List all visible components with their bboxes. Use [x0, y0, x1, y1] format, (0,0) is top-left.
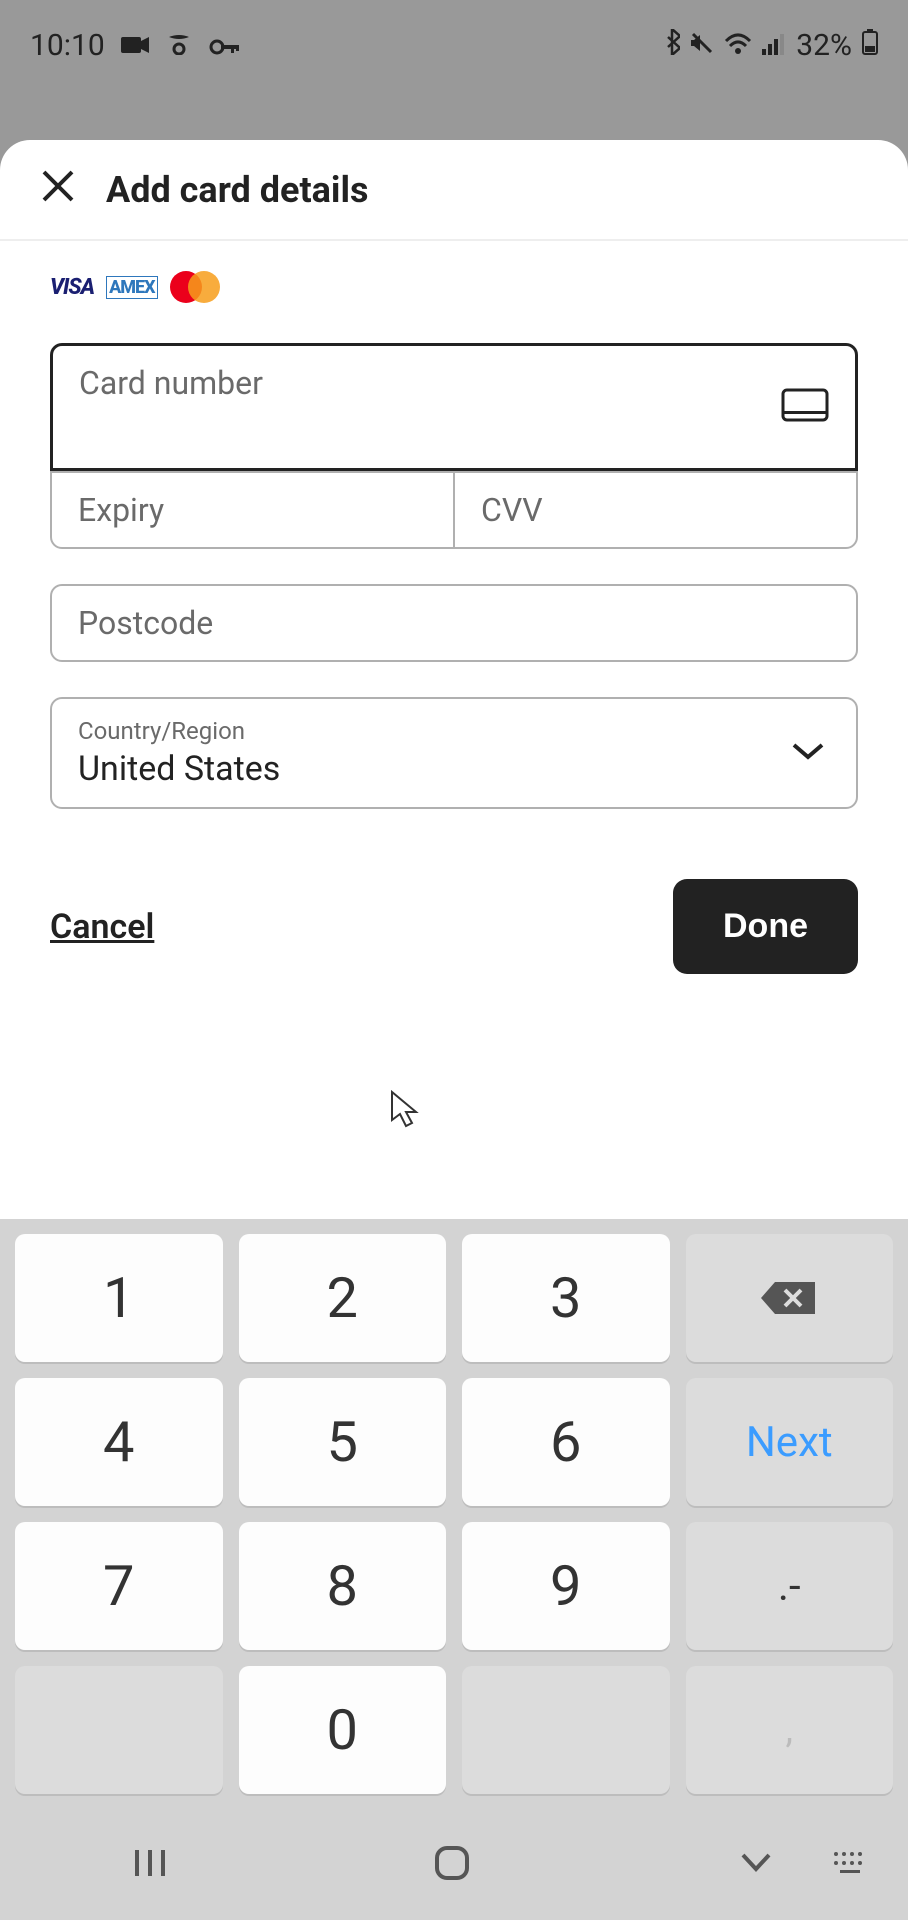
key-6[interactable]: 6: [462, 1378, 670, 1506]
numeric-keyboard: 1 2 3 4 5 6 Next 7 8 9 .- 0 ,: [0, 1219, 908, 1810]
key-1[interactable]: 1: [15, 1234, 223, 1362]
card-number-field[interactable]: Card number: [50, 343, 858, 471]
signal-icon: [762, 28, 786, 63]
key-blank-left[interactable]: [15, 1666, 223, 1794]
key-blank-right[interactable]: [462, 1666, 670, 1794]
nav-back[interactable]: [737, 1851, 775, 1879]
nav-keyboard-switcher[interactable]: [832, 1850, 868, 1880]
key-0[interactable]: 0: [239, 1666, 447, 1794]
country-field[interactable]: Country/Region United States: [52, 699, 856, 807]
nav-recents[interactable]: [133, 1846, 167, 1884]
key-3[interactable]: 3: [462, 1234, 670, 1362]
battery-text: 32%: [796, 28, 852, 63]
battery-icon: [862, 28, 878, 63]
chevron-down-icon: [790, 741, 826, 765]
card-icon: [781, 388, 829, 426]
key-8[interactable]: 8: [239, 1522, 447, 1650]
key-5[interactable]: 5: [239, 1378, 447, 1506]
mute-icon: [690, 28, 714, 63]
country-label: Country/Region: [78, 717, 830, 745]
status-time: 10:10: [30, 28, 105, 63]
modal-title: Add card details: [106, 169, 368, 211]
cvv-label: CVV: [481, 491, 830, 529]
camera-icon: [121, 28, 149, 63]
nav-home[interactable]: [433, 1844, 471, 1886]
add-card-modal: Add card details VISA AMEX Card number E…: [0, 140, 908, 1920]
key-symbols[interactable]: .-: [686, 1522, 894, 1650]
cast-icon: [165, 28, 193, 63]
key-7[interactable]: 7: [15, 1522, 223, 1650]
key-next[interactable]: Next: [686, 1378, 894, 1506]
postcode-field[interactable]: Postcode: [52, 586, 856, 660]
bluetooth-icon: [664, 28, 680, 63]
card-number-input[interactable]: [79, 406, 829, 450]
key-9[interactable]: 9: [462, 1522, 670, 1650]
visa-logo: VISA: [50, 275, 94, 300]
card-brand-logos: VISA AMEX: [50, 271, 858, 303]
country-value: United States: [78, 749, 830, 789]
amex-logo: AMEX: [106, 276, 158, 299]
key-backspace[interactable]: [686, 1234, 894, 1362]
mastercard-logo: [170, 271, 220, 303]
postcode-label: Postcode: [78, 604, 830, 642]
android-nav-bar: [0, 1810, 908, 1920]
done-button[interactable]: Done: [673, 879, 858, 974]
cancel-button[interactable]: Cancel: [50, 907, 154, 947]
wifi-icon: [724, 28, 752, 63]
expiry-field[interactable]: Expiry: [52, 473, 453, 547]
close-icon[interactable]: [40, 168, 76, 211]
key-comma[interactable]: ,: [686, 1666, 894, 1794]
key-2[interactable]: 2: [239, 1234, 447, 1362]
expiry-label: Expiry: [78, 491, 427, 529]
modal-header: Add card details: [0, 140, 908, 241]
key-4[interactable]: 4: [15, 1378, 223, 1506]
vpn-icon: [209, 28, 239, 63]
status-bar: 10:10 32%: [0, 0, 908, 90]
card-number-label: Card number: [79, 364, 829, 402]
cvv-field[interactable]: CVV: [453, 473, 856, 547]
